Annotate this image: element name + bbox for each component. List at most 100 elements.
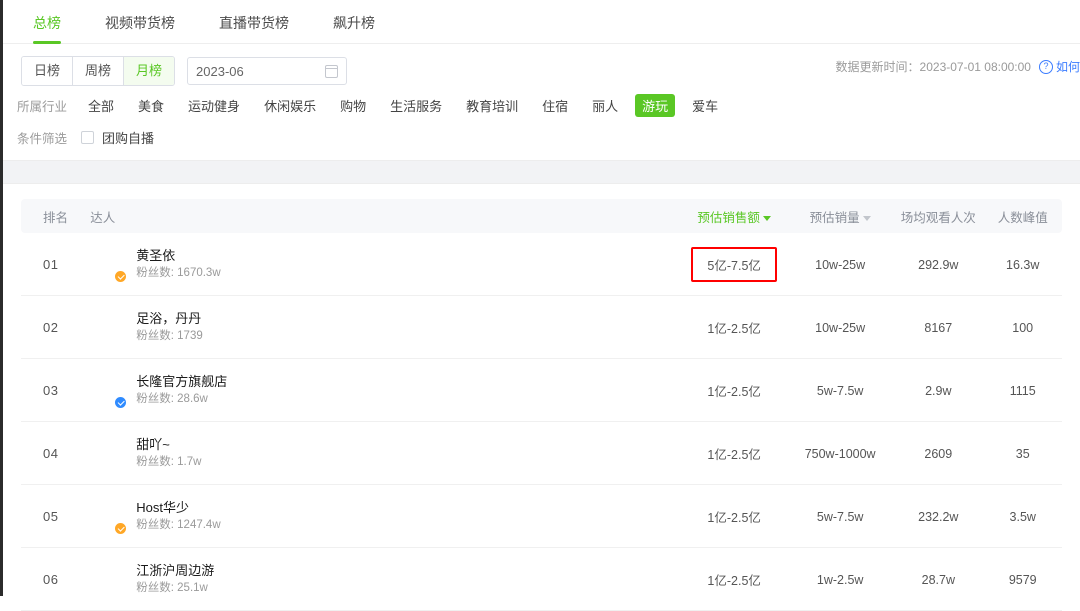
tab-label: 视频带货榜 bbox=[105, 14, 175, 31]
period-monthly-button[interactable]: 月榜 bbox=[124, 57, 175, 85]
sort-desc-icon[interactable] bbox=[862, 215, 871, 221]
tab-video-sales[interactable]: 视频带货榜 bbox=[105, 0, 175, 44]
cell-peak: 3.5w bbox=[983, 509, 1062, 524]
industry-item-life-service[interactable]: 生活服务 bbox=[383, 94, 449, 117]
avatar[interactable] bbox=[90, 309, 126, 345]
volume-value: 5w-7.5w bbox=[816, 383, 864, 398]
cell-sales: 1亿-2.5亿 bbox=[681, 444, 787, 463]
cell-talent: 足浴，丹丹 粉丝数: 1739 bbox=[82, 309, 681, 345]
talent-name[interactable]: 江浙沪周边游 bbox=[136, 563, 214, 578]
group-buy-self-live-label[interactable]: 团购自播 bbox=[102, 128, 154, 147]
volume-value: 1w-2.5w bbox=[816, 572, 864, 587]
tab-label: 总榜 bbox=[33, 14, 61, 31]
talent-info[interactable]: Host华少 粉丝数: 1247.4w bbox=[90, 498, 681, 535]
sort-desc-icon[interactable] bbox=[762, 215, 771, 221]
table-row[interactable]: 06 江浙沪周边游 粉丝数: 25.1w 1亿-2.5亿 1w-2.5w 28.7w 957… bbox=[21, 548, 1062, 611]
avatar[interactable] bbox=[90, 372, 128, 409]
avatar[interactable] bbox=[90, 435, 126, 471]
date-picker-value: 2023-06 bbox=[196, 63, 244, 79]
talent-name[interactable]: 长隆官方旗舰店 bbox=[136, 374, 227, 389]
tab-live-sales[interactable]: 直播带货榜 bbox=[219, 0, 289, 44]
calendar-icon bbox=[325, 64, 339, 78]
cell-views: 232.2w bbox=[893, 509, 983, 524]
industry-filter-label: 所属行业 bbox=[17, 99, 68, 114]
talent-info[interactable]: 黄圣依 粉丝数: 1670.3w bbox=[90, 246, 681, 283]
date-picker-input[interactable]: 2023-06 bbox=[187, 57, 348, 85]
talent-text: 江浙沪周边游 粉丝数: 25.1w bbox=[136, 563, 214, 595]
period-weekly-button[interactable]: 周榜 bbox=[73, 57, 125, 85]
avatar[interactable] bbox=[90, 561, 126, 597]
cell-peak: 9579 bbox=[983, 572, 1062, 587]
avatar[interactable] bbox=[90, 498, 128, 535]
peak-value: 100 bbox=[1012, 320, 1034, 335]
tab-label: 飙升榜 bbox=[333, 14, 375, 31]
tab-rising[interactable]: 飙升榜 bbox=[333, 0, 375, 44]
views-value: 232.2w bbox=[918, 509, 959, 524]
industry-item-travel[interactable]: 游玩 bbox=[635, 93, 676, 117]
industry-item-beauty[interactable]: 丽人 bbox=[585, 94, 625, 117]
industry-item-hotel[interactable]: 住宿 bbox=[535, 94, 575, 117]
ranking-table: 排名 达人 预估销售额 预估销量 场均观看人次 人数峰值 01 黄圣依 粉丝数: 1… bbox=[3, 184, 1080, 611]
volume-value: 10w-25w bbox=[815, 320, 866, 335]
verified-badge-icon bbox=[114, 270, 128, 283]
cell-volume: 10w-25w bbox=[787, 257, 893, 272]
industry-item-food[interactable]: 美食 bbox=[131, 94, 171, 117]
table-row[interactable]: 02 足浴，丹丹 粉丝数: 1739 1亿-2.5亿 10w-25w 8167 100 bbox=[21, 296, 1062, 359]
industry-item-sports[interactable]: 运动健身 bbox=[181, 94, 247, 117]
cell-rank: 05 bbox=[21, 509, 82, 524]
industry-item-entertainment[interactable]: 休闲娱乐 bbox=[257, 94, 323, 117]
table-row[interactable]: 04 甜吖~ 粉丝数: 1.7w 1亿-2.5亿 750w-1000w 2609 35 bbox=[21, 422, 1062, 485]
column-header-talent: 达人 bbox=[90, 210, 116, 225]
cell-views: 292.9w bbox=[893, 257, 983, 272]
rank-number: 01 bbox=[43, 256, 59, 272]
talent-name[interactable]: 黄圣依 bbox=[136, 248, 220, 263]
talent-text: 长隆官方旗舰店 粉丝数: 28.6w bbox=[136, 374, 227, 406]
talent-name[interactable]: 甜吖~ bbox=[136, 437, 201, 452]
cell-rank: 04 bbox=[21, 446, 82, 461]
rank-number: 02 bbox=[43, 319, 59, 335]
sales-value: 1亿-2.5亿 bbox=[707, 510, 761, 525]
group-buy-self-live-checkbox[interactable] bbox=[81, 130, 95, 144]
tab-zongbang[interactable]: 总榜 bbox=[33, 0, 61, 44]
peak-value: 3.5w bbox=[1009, 509, 1036, 524]
industry-item-education[interactable]: 教育培训 bbox=[459, 94, 525, 117]
industry-item-all[interactable]: 全部 bbox=[81, 94, 121, 117]
cell-talent: 甜吖~ 粉丝数: 1.7w bbox=[82, 435, 681, 471]
cell-volume: 1w-2.5w bbox=[787, 572, 893, 587]
condition-filter-label: 条件筛选 bbox=[17, 131, 68, 146]
question-circle-icon[interactable]: ? bbox=[1038, 59, 1053, 74]
talent-fans-count: 粉丝数: 28.6w bbox=[136, 393, 208, 405]
sales-value: 1亿-2.5亿 bbox=[707, 447, 761, 462]
industry-filter-row: 所属行业 全部 美食 运动健身 休闲娱乐 购物 生活服务 教育培训 住宿 丽人 … bbox=[3, 92, 1080, 118]
table-row[interactable]: 01 黄圣依 粉丝数: 1670.3w 5亿-7.5亿 10w-25w 292.9w 16.… bbox=[21, 233, 1062, 296]
table-row[interactable]: 05 Host华少 粉丝数: 1247.4w 1亿-2.5亿 5w-7.5w 232.2w… bbox=[21, 485, 1062, 548]
talent-info[interactable]: 足浴，丹丹 粉丝数: 1739 bbox=[90, 309, 681, 345]
column-header-volume[interactable]: 预估销量 bbox=[787, 207, 893, 226]
column-header-sales-label: 预估销售额 bbox=[697, 210, 760, 225]
cell-peak: 1115 bbox=[983, 383, 1062, 398]
period-daily-button[interactable]: 日榜 bbox=[22, 57, 74, 85]
avatar[interactable] bbox=[90, 246, 128, 283]
talent-info[interactable]: 甜吖~ 粉丝数: 1.7w bbox=[90, 435, 681, 471]
cell-talent: 长隆官方旗舰店 粉丝数: 28.6w bbox=[82, 372, 681, 409]
talent-fans-count: 粉丝数: 25.1w bbox=[136, 582, 208, 594]
column-header-volume-label: 预估销量 bbox=[809, 210, 860, 225]
talent-name[interactable]: 足浴，丹丹 bbox=[136, 311, 202, 326]
industry-item-shopping[interactable]: 购物 bbox=[333, 94, 373, 117]
verified-badge-icon bbox=[114, 522, 128, 535]
talent-text: 黄圣依 粉丝数: 1670.3w bbox=[136, 248, 220, 280]
update-time-value: 2023-07-01 08:00:00 bbox=[919, 59, 1031, 74]
column-header-peak: 人数峰值 bbox=[997, 210, 1048, 225]
cell-talent: 黄圣依 粉丝数: 1670.3w bbox=[82, 246, 681, 283]
industry-item-auto[interactable]: 爱车 bbox=[685, 94, 725, 117]
volume-value: 750w-1000w bbox=[804, 446, 876, 461]
talent-info[interactable]: 江浙沪周边游 粉丝数: 25.1w bbox=[90, 561, 681, 597]
table-row[interactable]: 03 长隆官方旗舰店 粉丝数: 28.6w 1亿-2.5亿 5w-7.5w 2.9w 111… bbox=[21, 359, 1062, 422]
talent-info[interactable]: 长隆官方旗舰店 粉丝数: 28.6w bbox=[90, 372, 681, 409]
talent-name[interactable]: Host华少 bbox=[136, 500, 220, 515]
how-calculated-link[interactable]: 如何 bbox=[1056, 58, 1080, 75]
cell-sales: 1亿-2.5亿 bbox=[681, 570, 787, 589]
column-header-sales[interactable]: 预估销售额 bbox=[681, 207, 787, 226]
cell-talent: 江浙沪周边游 粉丝数: 25.1w bbox=[82, 561, 681, 597]
cell-views: 2.9w bbox=[893, 383, 983, 398]
